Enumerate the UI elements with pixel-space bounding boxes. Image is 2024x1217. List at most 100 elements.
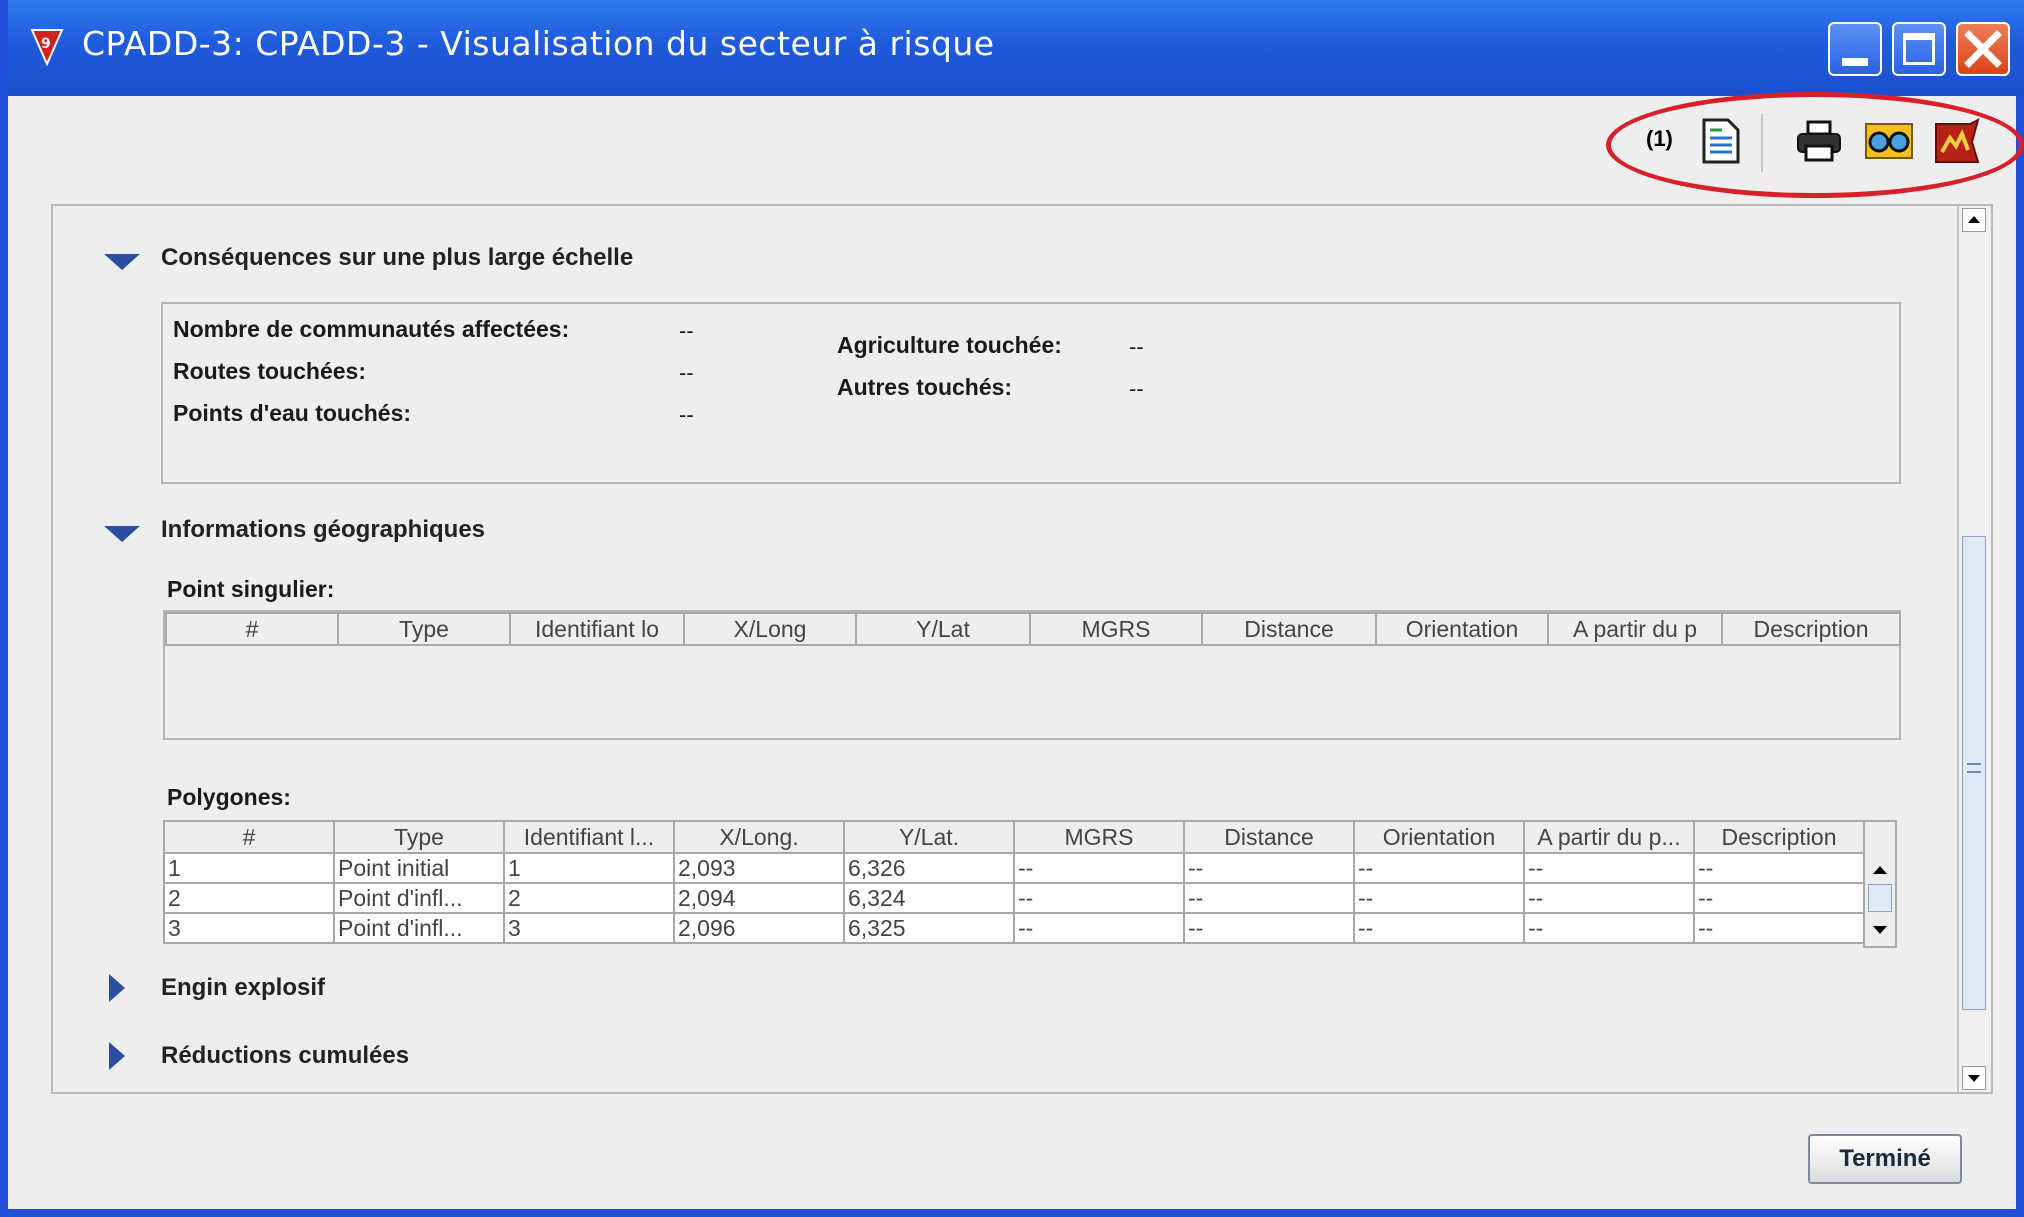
table-cell[interactable]: -- bbox=[1693, 882, 1865, 914]
column-header[interactable]: Y/Lat bbox=[855, 612, 1031, 646]
scroll-up-button[interactable] bbox=[1962, 208, 1986, 232]
scroll-thumb[interactable] bbox=[1868, 884, 1892, 912]
table-cell[interactable]: -- bbox=[1693, 912, 1865, 944]
field-value: -- bbox=[679, 318, 694, 343]
dialog-window: 9 CPADD-3: CPADD-3 - Visualisation du se… bbox=[0, 0, 2024, 1217]
column-header[interactable]: Identifiant lo bbox=[509, 612, 685, 646]
section-title-consequences[interactable]: Conséquences sur une plus large échelle bbox=[161, 244, 633, 272]
table-row[interactable]: 1 Point initial 1 2,093 6,326 -- -- -- -- -- bbox=[163, 852, 1865, 884]
column-header[interactable]: # bbox=[163, 820, 335, 854]
column-header[interactable]: Distance bbox=[1183, 820, 1355, 854]
arrow-down-icon[interactable] bbox=[1873, 926, 1887, 934]
table-cell[interactable]: -- bbox=[1013, 882, 1185, 914]
table-cell[interactable]: 2 bbox=[163, 882, 335, 914]
column-header[interactable]: Type bbox=[337, 612, 511, 646]
table-cell[interactable]: 2 bbox=[503, 882, 675, 914]
column-header[interactable]: A partir du p... bbox=[1523, 820, 1695, 854]
field-value: -- bbox=[1129, 376, 1144, 401]
polygones-label: Polygones: bbox=[167, 784, 291, 810]
arrow-up-icon bbox=[1968, 216, 1980, 223]
maximize-button[interactable] bbox=[1892, 22, 1946, 76]
table-cell[interactable]: Point d'infl... bbox=[333, 912, 505, 944]
arrow-up-icon[interactable] bbox=[1873, 866, 1887, 874]
point-singulier-table-frame: # Type Identifiant lo X/Long Y/Lat MGRS Distan… bbox=[163, 610, 1901, 740]
column-header[interactable]: Distance bbox=[1201, 612, 1377, 646]
table-cell[interactable]: 2,096 bbox=[673, 912, 845, 944]
table-cell[interactable]: 1 bbox=[163, 852, 335, 884]
table-cell[interactable]: -- bbox=[1693, 852, 1865, 884]
column-header[interactable]: MGRS bbox=[1013, 820, 1185, 854]
table-cell[interactable]: 1 bbox=[503, 852, 675, 884]
title-bar[interactable]: 9 CPADD-3: CPADD-3 - Visualisation du se… bbox=[8, 0, 2024, 96]
svg-text:9: 9 bbox=[41, 36, 51, 52]
table-cell[interactable]: 6,325 bbox=[843, 912, 1015, 944]
table-cell[interactable]: 3 bbox=[163, 912, 335, 944]
minimize-button[interactable] bbox=[1828, 22, 1882, 76]
field-label: Nombre de communautés affectées: bbox=[173, 316, 570, 342]
column-header[interactable]: X/Long. bbox=[673, 820, 845, 854]
vertical-scrollbar[interactable] bbox=[1957, 206, 1991, 1092]
app-logo-icon: 9 bbox=[30, 29, 64, 66]
table-cell[interactable]: 2,093 bbox=[673, 852, 845, 884]
scroll-thumb[interactable] bbox=[1962, 536, 1986, 1010]
done-button[interactable]: Terminé bbox=[1808, 1134, 1962, 1184]
column-header[interactable]: A partir du p bbox=[1547, 612, 1723, 646]
column-header[interactable]: MGRS bbox=[1029, 612, 1203, 646]
point-singulier-label: Point singulier: bbox=[167, 576, 335, 602]
collapse-arrow-icon[interactable] bbox=[104, 254, 140, 270]
table-cell[interactable]: -- bbox=[1183, 852, 1355, 884]
table-cell[interactable]: -- bbox=[1013, 852, 1185, 884]
column-header[interactable]: Orientation bbox=[1353, 820, 1525, 854]
maximize-icon bbox=[1903, 33, 1935, 65]
table-cell[interactable]: Point d'infl... bbox=[333, 882, 505, 914]
table-cell[interactable]: -- bbox=[1013, 912, 1185, 944]
grip-icon bbox=[1967, 763, 1981, 773]
field-label: Routes touchées: bbox=[173, 358, 366, 384]
section-title-reductions[interactable]: Réductions cumulées bbox=[161, 1042, 409, 1070]
column-header[interactable]: Orientation bbox=[1375, 612, 1549, 646]
table-row[interactable]: 2 Point d'infl... 2 2,094 6,324 -- -- -- -- -- bbox=[163, 882, 1865, 914]
table-cell[interactable]: -- bbox=[1183, 912, 1355, 944]
field-value: -- bbox=[679, 360, 694, 385]
close-icon bbox=[1964, 30, 2002, 68]
table-row[interactable]: 3 Point d'infl... 3 2,096 6,325 -- -- -- -- -- bbox=[163, 912, 1865, 944]
scroll-down-button[interactable] bbox=[1962, 1066, 1986, 1090]
table-cell[interactable]: -- bbox=[1353, 912, 1525, 944]
expand-arrow-icon[interactable] bbox=[109, 1042, 125, 1070]
column-header[interactable]: Identifiant l... bbox=[503, 820, 675, 854]
table-cell[interactable]: -- bbox=[1353, 882, 1525, 914]
table-cell[interactable]: -- bbox=[1183, 882, 1355, 914]
field-label: Agriculture touchée: bbox=[837, 332, 1062, 358]
table-cell[interactable]: 3 bbox=[503, 912, 675, 944]
column-header[interactable]: Description bbox=[1693, 820, 1865, 854]
content-panel: Conséquences sur une plus large échelle … bbox=[51, 204, 1993, 1094]
arrow-down-icon bbox=[1968, 1075, 1980, 1082]
field-value: -- bbox=[679, 402, 694, 427]
field-value: -- bbox=[1129, 334, 1144, 359]
column-header[interactable]: Type bbox=[333, 820, 505, 854]
close-button[interactable] bbox=[1956, 22, 2010, 76]
section-title-engin[interactable]: Engin explosif bbox=[161, 974, 325, 1002]
collapse-arrow-icon[interactable] bbox=[104, 526, 140, 542]
table-cell[interactable]: Point initial bbox=[333, 852, 505, 884]
column-header[interactable]: X/Long bbox=[683, 612, 857, 646]
column-header[interactable]: Description bbox=[1721, 612, 1901, 646]
point-singulier-table: # Type Identifiant lo X/Long Y/Lat MGRS Distan… bbox=[165, 612, 1901, 646]
toolbar-highlight-ellipse bbox=[1606, 92, 2024, 198]
column-header[interactable]: Y/Lat. bbox=[843, 820, 1015, 854]
table-cell[interactable]: -- bbox=[1353, 852, 1525, 884]
table-cell[interactable]: -- bbox=[1523, 912, 1695, 944]
table-cell[interactable]: -- bbox=[1523, 882, 1695, 914]
window-title: CPADD-3: CPADD-3 - Visualisation du sect… bbox=[82, 24, 995, 63]
polygones-table: # Type Identifiant l... X/Long. Y/Lat. MGRS Di… bbox=[163, 820, 1865, 944]
field-label: Points d'eau touchés: bbox=[173, 400, 412, 426]
table-cell[interactable]: 6,326 bbox=[843, 852, 1015, 884]
table-cell[interactable]: 6,324 bbox=[843, 882, 1015, 914]
expand-arrow-icon[interactable] bbox=[109, 974, 125, 1002]
section-title-geo[interactable]: Informations géographiques bbox=[161, 516, 485, 544]
table-scrollbar[interactable] bbox=[1863, 820, 1897, 948]
table-cell[interactable]: 2,094 bbox=[673, 882, 845, 914]
column-header[interactable]: # bbox=[165, 612, 339, 646]
table-cell[interactable]: -- bbox=[1523, 852, 1695, 884]
minimize-icon bbox=[1842, 58, 1868, 66]
